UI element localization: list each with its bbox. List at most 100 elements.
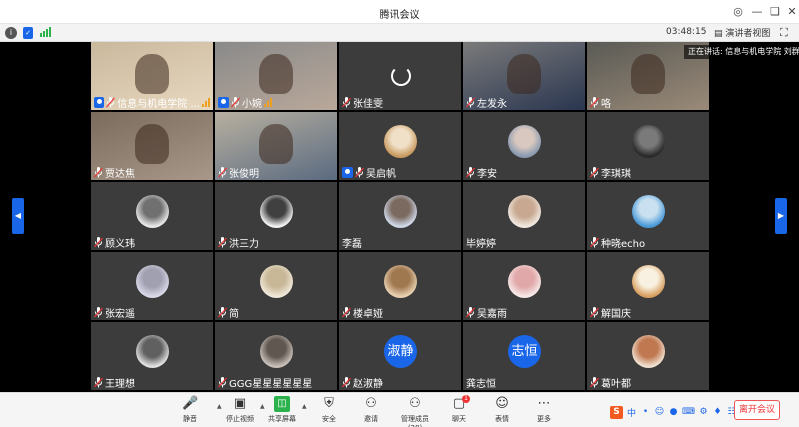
- avatar: [508, 125, 541, 158]
- toolbar-members-button[interactable]: ⚇ 管理成员(28): [395, 395, 435, 427]
- participant-name: 楼卓娅: [353, 309, 383, 320]
- signal-strength-icon: [264, 98, 272, 107]
- toolbar-emoji-button[interactable]: ☺ 表情: [482, 395, 522, 424]
- fullscreen-icon[interactable]: ⛶: [780, 26, 788, 40]
- participant-tile[interactable]: 左发永: [463, 42, 585, 110]
- mic-muted-icon: [342, 97, 351, 108]
- dropdown-caret-icon[interactable]: ▲: [260, 403, 265, 410]
- participant-tile[interactable]: 张宏遥: [91, 252, 213, 320]
- participant-tile[interactable]: 楼卓娅: [339, 252, 461, 320]
- ime-keyboard-icon[interactable]: ⌨: [682, 407, 695, 417]
- person-silhouette: [135, 124, 169, 164]
- participant-tile[interactable]: 洪三力: [215, 182, 337, 250]
- host-icon: [94, 97, 105, 108]
- participant-tile[interactable]: 葛叶都: [587, 322, 709, 390]
- toolbar-label: 表情: [495, 415, 509, 423]
- emoji-icon: ☺: [495, 396, 509, 411]
- next-page-arrow[interactable]: ▶: [775, 198, 787, 234]
- info-icon[interactable]: i: [5, 27, 17, 39]
- person-silhouette: [259, 124, 293, 164]
- toolbar-chat-button[interactable]: ▢ 聊天: [439, 395, 479, 424]
- participant-tile[interactable]: 淑静 赵淑静: [339, 322, 461, 390]
- participant-tile[interactable]: 简: [215, 252, 337, 320]
- participant-tile[interactable]: 张佳雯: [339, 42, 461, 110]
- mic-muted-icon: [218, 377, 227, 388]
- participant-tile[interactable]: GGG星星星星星星: [215, 322, 337, 390]
- person-silhouette: [259, 54, 293, 94]
- network-signal-icon[interactable]: [40, 27, 52, 39]
- avatar: [508, 195, 541, 228]
- mic-muted-icon: [590, 307, 599, 318]
- participant-tile[interactable]: 小婉: [215, 42, 337, 110]
- toolbar-camera-button[interactable]: ▣ 停止视频: [220, 395, 260, 424]
- camera-icon: ▣: [233, 396, 247, 411]
- participant-namebar: 简: [215, 305, 242, 320]
- participant-namebar: 解国庆: [587, 305, 634, 320]
- participant-namebar: 王理想: [91, 375, 138, 390]
- mic-muted-icon: [94, 237, 103, 248]
- close-icon[interactable]: ✕: [783, 3, 799, 21]
- participant-name: 顾义玮: [105, 239, 135, 250]
- participant-tile[interactable]: 王理想: [91, 322, 213, 390]
- speaker-view-button[interactable]: ▤ 演讲者视图: [714, 26, 770, 39]
- participant-name: 李琪琪: [601, 169, 631, 180]
- participant-tile[interactable]: 吴嘉雨: [463, 252, 585, 320]
- participant-namebar: 小婉: [215, 95, 275, 110]
- participant-namebar: 洪三力: [215, 235, 262, 250]
- participant-name: 咯: [601, 99, 611, 110]
- participant-tile[interactable]: 解国庆: [587, 252, 709, 320]
- dropdown-caret-icon[interactable]: ▲: [217, 403, 222, 410]
- more-icon: ⋯: [537, 396, 551, 411]
- ime-skin-icon[interactable]: ♦: [712, 407, 723, 417]
- ime-punct-icon[interactable]: •: [640, 407, 651, 417]
- participant-tile[interactable]: 种晓echo: [587, 182, 709, 250]
- toolbar-invite-button[interactable]: ⚇ 邀请: [351, 395, 391, 424]
- participant-tile[interactable]: 志恒 龚志恒: [463, 322, 585, 390]
- minimize-icon[interactable]: —: [748, 3, 766, 21]
- participant-name: 毕婷婷: [466, 239, 496, 250]
- toolbar-label: 管理成员(28): [401, 415, 429, 427]
- toolbar-label: 聊天: [452, 415, 466, 423]
- sogou-logo-icon[interactable]: S: [610, 405, 623, 419]
- participant-tile[interactable]: 李安: [463, 112, 585, 180]
- participant-namebar: 顾义玮: [91, 235, 138, 250]
- pin-icon[interactable]: ◎: [729, 3, 747, 21]
- title-bar: 腾讯会议 ◎ — ❑ ✕: [0, 0, 799, 24]
- ime-voice-icon[interactable]: ●: [668, 407, 679, 417]
- avatar: [260, 195, 293, 228]
- participant-tile[interactable]: 贾达焦: [91, 112, 213, 180]
- speaking-indicator: 正在讲话: 信息与机电学院 刘群: [684, 45, 799, 59]
- leave-meeting-button[interactable]: 离开会议: [734, 400, 780, 420]
- participant-name: 张宏遥: [105, 309, 135, 320]
- mic-icon: 🎤: [182, 396, 199, 411]
- participant-name: 贾达焦: [105, 169, 135, 180]
- mic-muted-icon: [355, 167, 364, 178]
- participant-tile[interactable]: 毕婷婷: [463, 182, 585, 250]
- mic-muted-icon: [466, 167, 475, 178]
- ime-tool-icon[interactable]: ⚙: [698, 407, 709, 417]
- shield-icon[interactable]: ✓: [23, 27, 33, 39]
- toolbar-more-button[interactable]: ⋯ 更多: [524, 395, 564, 424]
- participant-namebar: 吴嘉雨: [463, 305, 510, 320]
- dropdown-caret-icon[interactable]: ▲: [302, 403, 307, 410]
- toolbar-shield-button[interactable]: ⛨ 安全: [309, 395, 349, 424]
- toolbar-mic-button[interactable]: 🎤 静音: [170, 395, 210, 424]
- participant-tile[interactable]: 李琪琪: [587, 112, 709, 180]
- members-icon: ⚇: [409, 396, 421, 411]
- ime-language[interactable]: 中: [626, 406, 637, 419]
- participant-name: 吴嘉雨: [477, 309, 507, 320]
- participant-name: 王理想: [105, 379, 135, 390]
- avatar: [632, 195, 665, 228]
- participant-tile[interactable]: 吴启帆: [339, 112, 461, 180]
- participant-tile[interactable]: 李磊: [339, 182, 461, 250]
- participant-namebar: 种晓echo: [587, 235, 648, 250]
- participant-name: 种晓echo: [601, 239, 646, 250]
- prev-page-arrow[interactable]: ◀: [12, 198, 24, 234]
- maximize-icon[interactable]: ❑: [766, 3, 784, 21]
- meeting-timer: 03:48:15: [666, 27, 707, 37]
- participant-tile[interactable]: 信息与机电学院 ...: [91, 42, 213, 110]
- ime-emoji-icon[interactable]: ☺: [654, 407, 665, 417]
- participant-tile[interactable]: 顾义玮: [91, 182, 213, 250]
- participant-tile[interactable]: 张俊明: [215, 112, 337, 180]
- toolbar-share-screen-button[interactable]: ◫ 共享屏幕: [262, 395, 302, 424]
